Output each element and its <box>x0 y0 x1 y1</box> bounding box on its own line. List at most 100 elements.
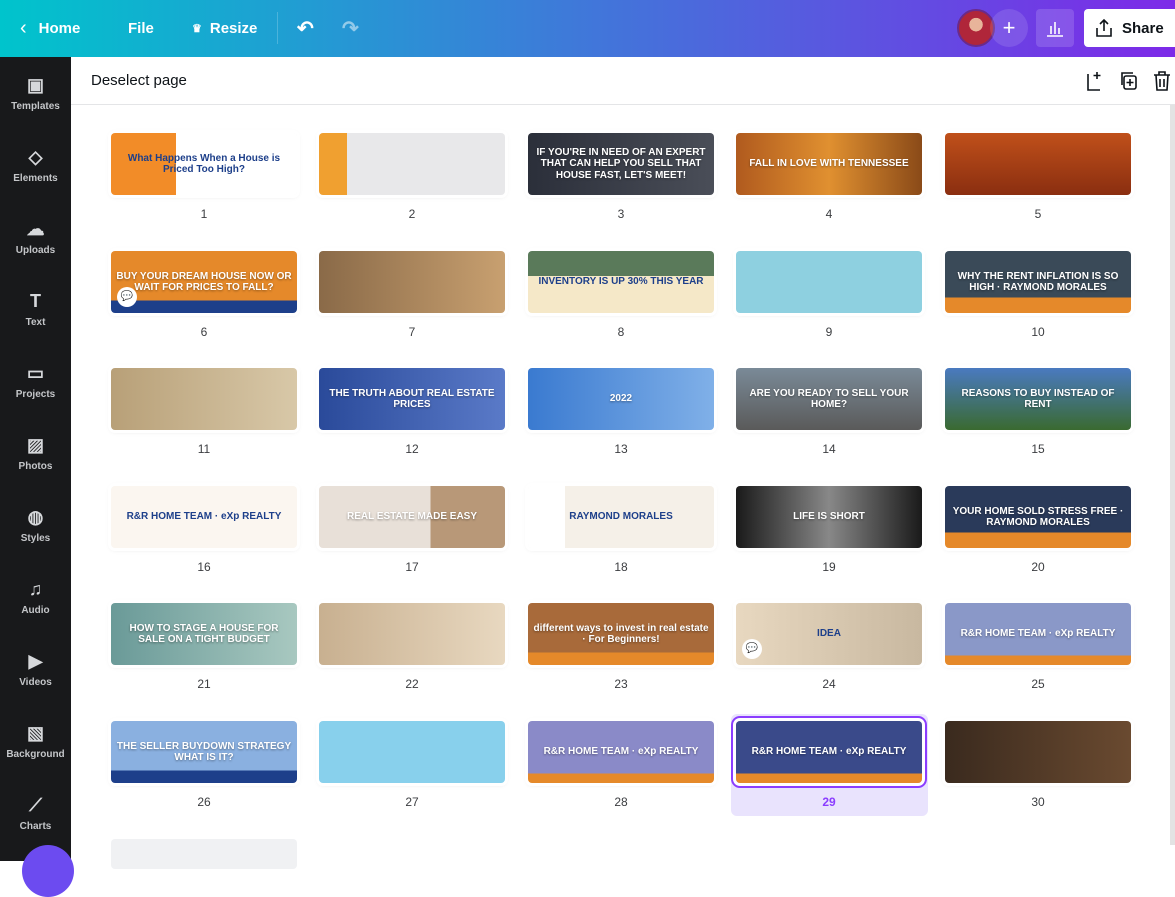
sidebar-item-label: Charts <box>19 820 52 832</box>
add-collaborator-button[interactable]: + <box>990 9 1028 47</box>
page-thumbnail[interactable] <box>319 251 505 313</box>
page-thumbnail[interactable] <box>319 721 505 783</box>
sidebar-item-background[interactable]: ▧ Background <box>0 705 71 777</box>
page-thumbnail[interactable]: THE SELLER BUYDOWN STRATEGY WHAT IS IT? <box>111 721 297 783</box>
page-thumbnail[interactable] <box>736 251 922 313</box>
thumbnail-text: different ways to invest in real estate … <box>533 622 709 646</box>
thumbnail-text: REASONS TO BUY INSTEAD OF RENT <box>961 387 1115 411</box>
thumbnail-text: THE TRUTH ABOUT REAL ESTATE PRICES <box>329 387 495 411</box>
scrollbar[interactable] <box>1170 105 1175 845</box>
page-thumbnail[interactable]: IDEA 💬 <box>736 603 922 665</box>
page-thumbnail[interactable] <box>111 368 297 430</box>
page-number: 20 <box>1031 560 1045 574</box>
magic-button[interactable] <box>22 845 74 897</box>
page-thumbnail[interactable]: LIFE IS SHORT <box>736 486 922 548</box>
chevron-left-icon: ‹ <box>20 17 27 39</box>
styles-icon: ◍ <box>27 506 44 527</box>
redo-icon[interactable]: ↷ <box>342 0 359 57</box>
page-number: 9 <box>825 325 833 339</box>
home-label: Home <box>38 20 81 37</box>
thumbnail-text: R&R HOME TEAM · eXp REALTY <box>960 628 1116 640</box>
page-thumbnail[interactable]: THE TRUTH ABOUT REAL ESTATE PRICES <box>319 368 505 430</box>
page-thumbnail[interactable]: YOUR HOME SOLD STRESS FREE · RAYMOND MOR… <box>945 486 1131 548</box>
charts-icon: ⟋ <box>29 794 42 815</box>
sidebar-item-label: Styles <box>20 532 51 544</box>
page-thumbnail[interactable]: REAL ESTATE MADE EASY <box>319 486 505 548</box>
thumbnail-text: What Happens When a House is Priced Too … <box>127 152 281 176</box>
home-button[interactable]: ‹ Home <box>20 0 80 57</box>
sidebar-item-elements[interactable]: ◇ Elements <box>0 129 71 201</box>
trash-icon[interactable] <box>1150 69 1174 93</box>
resize-button[interactable]: ♛ Resize <box>192 0 257 57</box>
sidebar-item-templates[interactable]: ▣ Templates <box>0 57 71 129</box>
thumbnail-text: FALL IN LOVE WITH TENNESSEE <box>749 158 909 170</box>
page-thumbnail[interactable]: R&R HOME TEAM · eXp REALTY <box>736 721 922 783</box>
sidebar-item-label: Audio <box>21 604 50 616</box>
page-number: 7 <box>408 325 416 339</box>
page-number: 18 <box>614 560 628 574</box>
file-menu[interactable]: File <box>128 0 154 57</box>
page-thumbnail[interactable]: 2022 <box>528 368 714 430</box>
page-number: 14 <box>822 442 836 456</box>
page-thumbnail[interactable] <box>945 133 1131 195</box>
page-number: 29 <box>822 795 836 809</box>
photos-icon: ▨ <box>26 434 44 455</box>
thumbnail-text: R&R HOME TEAM · eXp REALTY <box>751 746 907 758</box>
page-thumbnail[interactable] <box>319 603 505 665</box>
comment-icon[interactable]: 💬 <box>742 639 762 659</box>
deselect-page-button[interactable]: Deselect page <box>91 72 187 89</box>
page-thumbnail[interactable]: BUY YOUR DREAM HOUSE NOW OR WAIT FOR PRI… <box>111 251 297 313</box>
page-thumbnail[interactable]: REASONS TO BUY INSTEAD OF RENT <box>945 368 1131 430</box>
share-button[interactable]: Share <box>1084 9 1175 47</box>
page-number: 4 <box>825 207 833 221</box>
bar-chart-icon <box>1047 22 1063 37</box>
crown-icon: ♛ <box>192 23 202 35</box>
divider <box>277 12 278 44</box>
add-page-placeholder[interactable] <box>111 839 297 869</box>
page-thumbnail[interactable]: R&R HOME TEAM · eXp REALTY <box>111 486 297 548</box>
page-thumbnail[interactable]: ARE YOU READY TO SELL YOUR HOME? <box>736 368 922 430</box>
thumbnail-text: R&R HOME TEAM · eXp REALTY <box>126 511 282 523</box>
thumbnail-text: ARE YOU READY TO SELL YOUR HOME? <box>749 387 909 411</box>
share-label: Share <box>1122 19 1164 37</box>
page-thumbnail[interactable]: What Happens When a House is Priced Too … <box>111 133 297 195</box>
page-thumbnail[interactable]: R&R HOME TEAM · eXp REALTY <box>528 721 714 783</box>
insights-button[interactable] <box>1036 9 1074 47</box>
sidebar-item-photos[interactable]: ▨ Photos <box>0 417 71 489</box>
page-thumbnail[interactable] <box>945 721 1131 783</box>
add-page-icon[interactable] <box>1083 69 1107 93</box>
page-number: 24 <box>822 677 836 691</box>
sidebar-item-label: Videos <box>19 676 52 688</box>
page-number: 12 <box>405 442 419 456</box>
page-number: 6 <box>200 325 208 339</box>
sidebar-item-projects[interactable]: ▭ Projects <box>0 345 71 417</box>
page-thumbnail[interactable]: IF YOU'RE IN NEED OF AN EXPERT THAT CAN … <box>528 133 714 195</box>
sidebar-item-text[interactable]: T Text <box>0 273 71 345</box>
sidebar-item-uploads[interactable]: ☁ Uploads <box>0 201 71 273</box>
page-thumbnail[interactable]: R&R HOME TEAM · eXp REALTY <box>945 603 1131 665</box>
sidebar-item-label: Photos <box>18 460 53 472</box>
page-thumbnail[interactable]: HOW TO STAGE A HOUSE FOR SALE ON A TIGHT… <box>111 603 297 665</box>
page-thumbnail[interactable] <box>319 133 505 195</box>
page-number: 21 <box>197 677 211 691</box>
templates-icon: ▣ <box>26 74 44 95</box>
page-number: 5 <box>1034 207 1042 221</box>
page-thumbnail[interactable]: FALL IN LOVE WITH TENNESSEE <box>736 133 922 195</box>
page-thumbnail[interactable]: WHY THE RENT INFLATION IS SO HIGH · RAYM… <box>945 251 1131 313</box>
text-icon: T <box>30 290 41 311</box>
upload-icon <box>1096 18 1112 37</box>
sidebar-item-charts[interactable]: ⟋ Charts <box>0 777 71 849</box>
page-number: 8 <box>617 325 625 339</box>
thumbnail-text: WHY THE RENT INFLATION IS SO HIGH · RAYM… <box>957 270 1119 294</box>
page-thumbnail[interactable]: different ways to invest in real estate … <box>528 603 714 665</box>
page-number: 27 <box>405 795 419 809</box>
page-thumbnail[interactable]: RAYMOND MORALES <box>528 486 714 548</box>
sidebar-item-styles[interactable]: ◍ Styles <box>0 489 71 561</box>
sidebar-item-audio[interactable]: ♫ Audio <box>0 561 71 633</box>
page-thumbnail[interactable]: INVENTORY IS UP 30% THIS YEAR <box>528 251 714 313</box>
comment-icon[interactable]: 💬 <box>117 287 137 307</box>
sidebar-item-videos[interactable]: ▶ Videos <box>0 633 71 705</box>
duplicate-page-icon[interactable] <box>1117 69 1141 93</box>
thumbnail-text: RAYMOND MORALES <box>569 511 673 523</box>
undo-icon[interactable]: ↶ <box>297 0 314 57</box>
